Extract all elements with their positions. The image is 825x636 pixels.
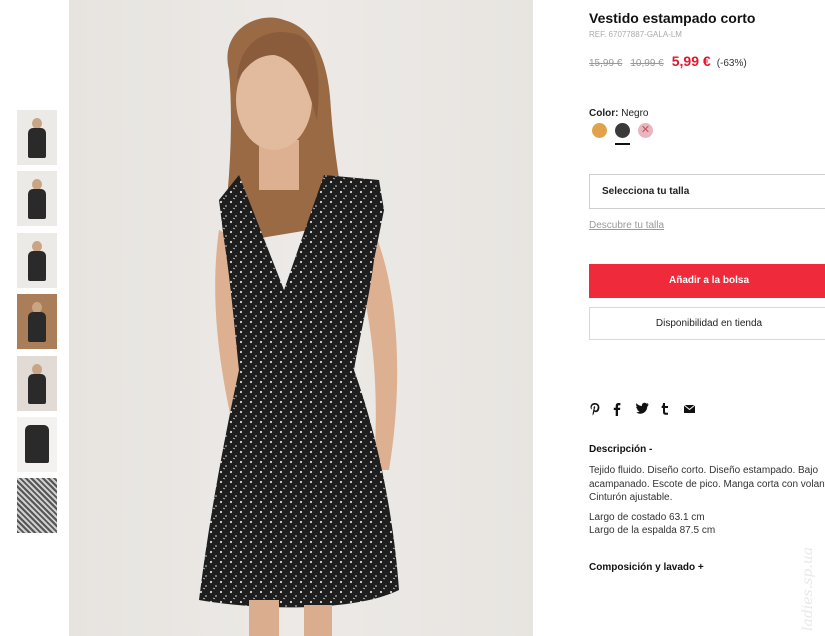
selected-color: Negro: [621, 108, 649, 119]
measurement-side-length: Largo de costado 63.1 cm: [589, 512, 705, 523]
measurement-back-length: Largo de la espalda 87.5 cm: [589, 525, 716, 536]
selected-swatch-indicator: [615, 143, 630, 145]
model-illustration: [199, 17, 399, 636]
thumb-dress: [28, 128, 46, 158]
thumbnail-3[interactable]: [17, 233, 57, 288]
thumb-dress: [28, 251, 46, 281]
pinterest-icon[interactable]: [589, 402, 601, 416]
product-photo[interactable]: [69, 0, 533, 636]
thumbnail-4[interactable]: [17, 294, 57, 349]
description-heading[interactable]: Descripción -: [589, 444, 652, 455]
thumbnail-2[interactable]: [17, 171, 57, 226]
thumbnail-5[interactable]: [17, 356, 57, 411]
product-reference: REF. 67077887-GALA-LM: [589, 30, 682, 39]
color-swatch-pink-unavailable[interactable]: ✕: [638, 123, 653, 138]
facebook-icon[interactable]: [613, 402, 621, 416]
twitter-icon[interactable]: [636, 402, 649, 414]
color-label: Color:: [589, 108, 619, 119]
current-price: 5,99 €: [671, 53, 711, 69]
thumbnail-6[interactable]: [17, 417, 57, 472]
color-swatch-black[interactable]: [615, 123, 630, 138]
previous-price: 10,99 €: [630, 58, 664, 69]
tumblr-icon[interactable]: [661, 402, 669, 415]
store-availability-button[interactable]: Disponibilidad en tienda: [589, 307, 825, 340]
thumb-dress: [28, 189, 46, 219]
thumbnail-1[interactable]: [17, 110, 57, 165]
product-title: Vestido estampado corto: [589, 10, 756, 26]
size-guide-link[interactable]: Descubre tu talla: [589, 220, 664, 231]
price-row: 15,99 € 10,99 € 5,99 € (-63%): [589, 53, 747, 69]
thumb-dress: [28, 312, 46, 342]
share-icons: [589, 402, 709, 418]
color-swatch-mustard[interactable]: [592, 123, 607, 138]
description-text: Tejido fluido. Diseño corto. Diseño esta…: [589, 465, 825, 503]
mail-icon[interactable]: [684, 405, 695, 413]
thumb-dress: [25, 425, 49, 463]
composition-heading[interactable]: Composición y lavado +: [589, 562, 704, 573]
thumbnail-7[interactable]: [17, 478, 57, 533]
color-label-row: Color: Negro: [589, 108, 648, 119]
thumb-dress: [28, 374, 46, 404]
original-price: 15,99 €: [589, 58, 623, 69]
unavailable-cross-icon: ✕: [640, 124, 651, 136]
add-to-bag-button[interactable]: Añadir a la bolsa: [589, 264, 825, 298]
color-swatches: ✕: [592, 123, 672, 145]
size-select[interactable]: Selecciona tu talla: [589, 174, 825, 209]
watermark: ladies.sp.ua: [800, 546, 816, 631]
discount-badge: (-63%): [716, 58, 747, 69]
